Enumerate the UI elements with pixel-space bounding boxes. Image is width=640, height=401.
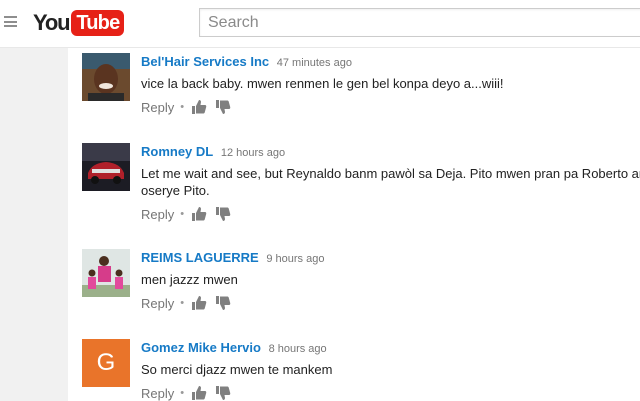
comment-time[interactable]: 47 minutes ago — [277, 57, 352, 69]
comment-text: vice la back baby. mwen renmen le gen be… — [141, 76, 504, 91]
avatar[interactable] — [82, 249, 130, 297]
avatar[interactable] — [82, 53, 130, 101]
thumbs-down-icon[interactable] — [215, 99, 231, 115]
masthead: You Tube — [0, 0, 640, 48]
comment-author[interactable]: Gomez Mike Hervio — [141, 340, 261, 355]
comment-time[interactable]: 9 hours ago — [266, 253, 324, 265]
avatar[interactable] — [82, 143, 130, 191]
comment-author[interactable]: Bel'Hair Services Inc — [141, 54, 269, 69]
thumbs-down-icon[interactable] — [215, 295, 231, 311]
avatar-letter: G — [82, 339, 130, 387]
comments-panel: Bel'Hair Services Inc 47 minutes ago vic… — [68, 48, 640, 401]
thumbs-up-icon[interactable] — [191, 295, 207, 311]
logo-tube: Tube — [71, 10, 125, 36]
thumbs-up-icon[interactable] — [191, 385, 207, 401]
reply-button[interactable]: Reply — [141, 207, 174, 222]
reply-button[interactable]: Reply — [141, 100, 174, 115]
comment-time[interactable]: 8 hours ago — [269, 343, 327, 355]
logo-you: You — [33, 10, 71, 35]
separator-dot: • — [180, 101, 185, 113]
comment-text: So merci djazz mwen te mankem — [141, 362, 333, 377]
comment-author[interactable]: Romney DL — [141, 144, 213, 159]
comment-text: men jazzz mwen — [141, 272, 238, 287]
separator-dot: • — [180, 387, 185, 399]
search-input[interactable] — [199, 8, 640, 37]
reply-button[interactable]: Reply — [141, 386, 174, 401]
comment-text: Let me wait and see, but Reynaldo banm p… — [141, 166, 640, 198]
hamburger-icon[interactable] — [4, 16, 17, 27]
separator-dot: • — [180, 208, 185, 220]
youtube-logo[interactable]: You Tube — [33, 9, 125, 37]
comment-author[interactable]: REIMS LAGUERRE — [141, 250, 259, 265]
thumbs-down-icon[interactable] — [215, 206, 231, 222]
thumbs-up-icon[interactable] — [191, 206, 207, 222]
avatar[interactable]: G — [82, 339, 130, 387]
comment-time[interactable]: 12 hours ago — [221, 147, 285, 159]
reply-button[interactable]: Reply — [141, 296, 174, 311]
thumbs-up-icon[interactable] — [191, 99, 207, 115]
separator-dot: • — [180, 297, 185, 309]
thumbs-down-icon[interactable] — [215, 385, 231, 401]
